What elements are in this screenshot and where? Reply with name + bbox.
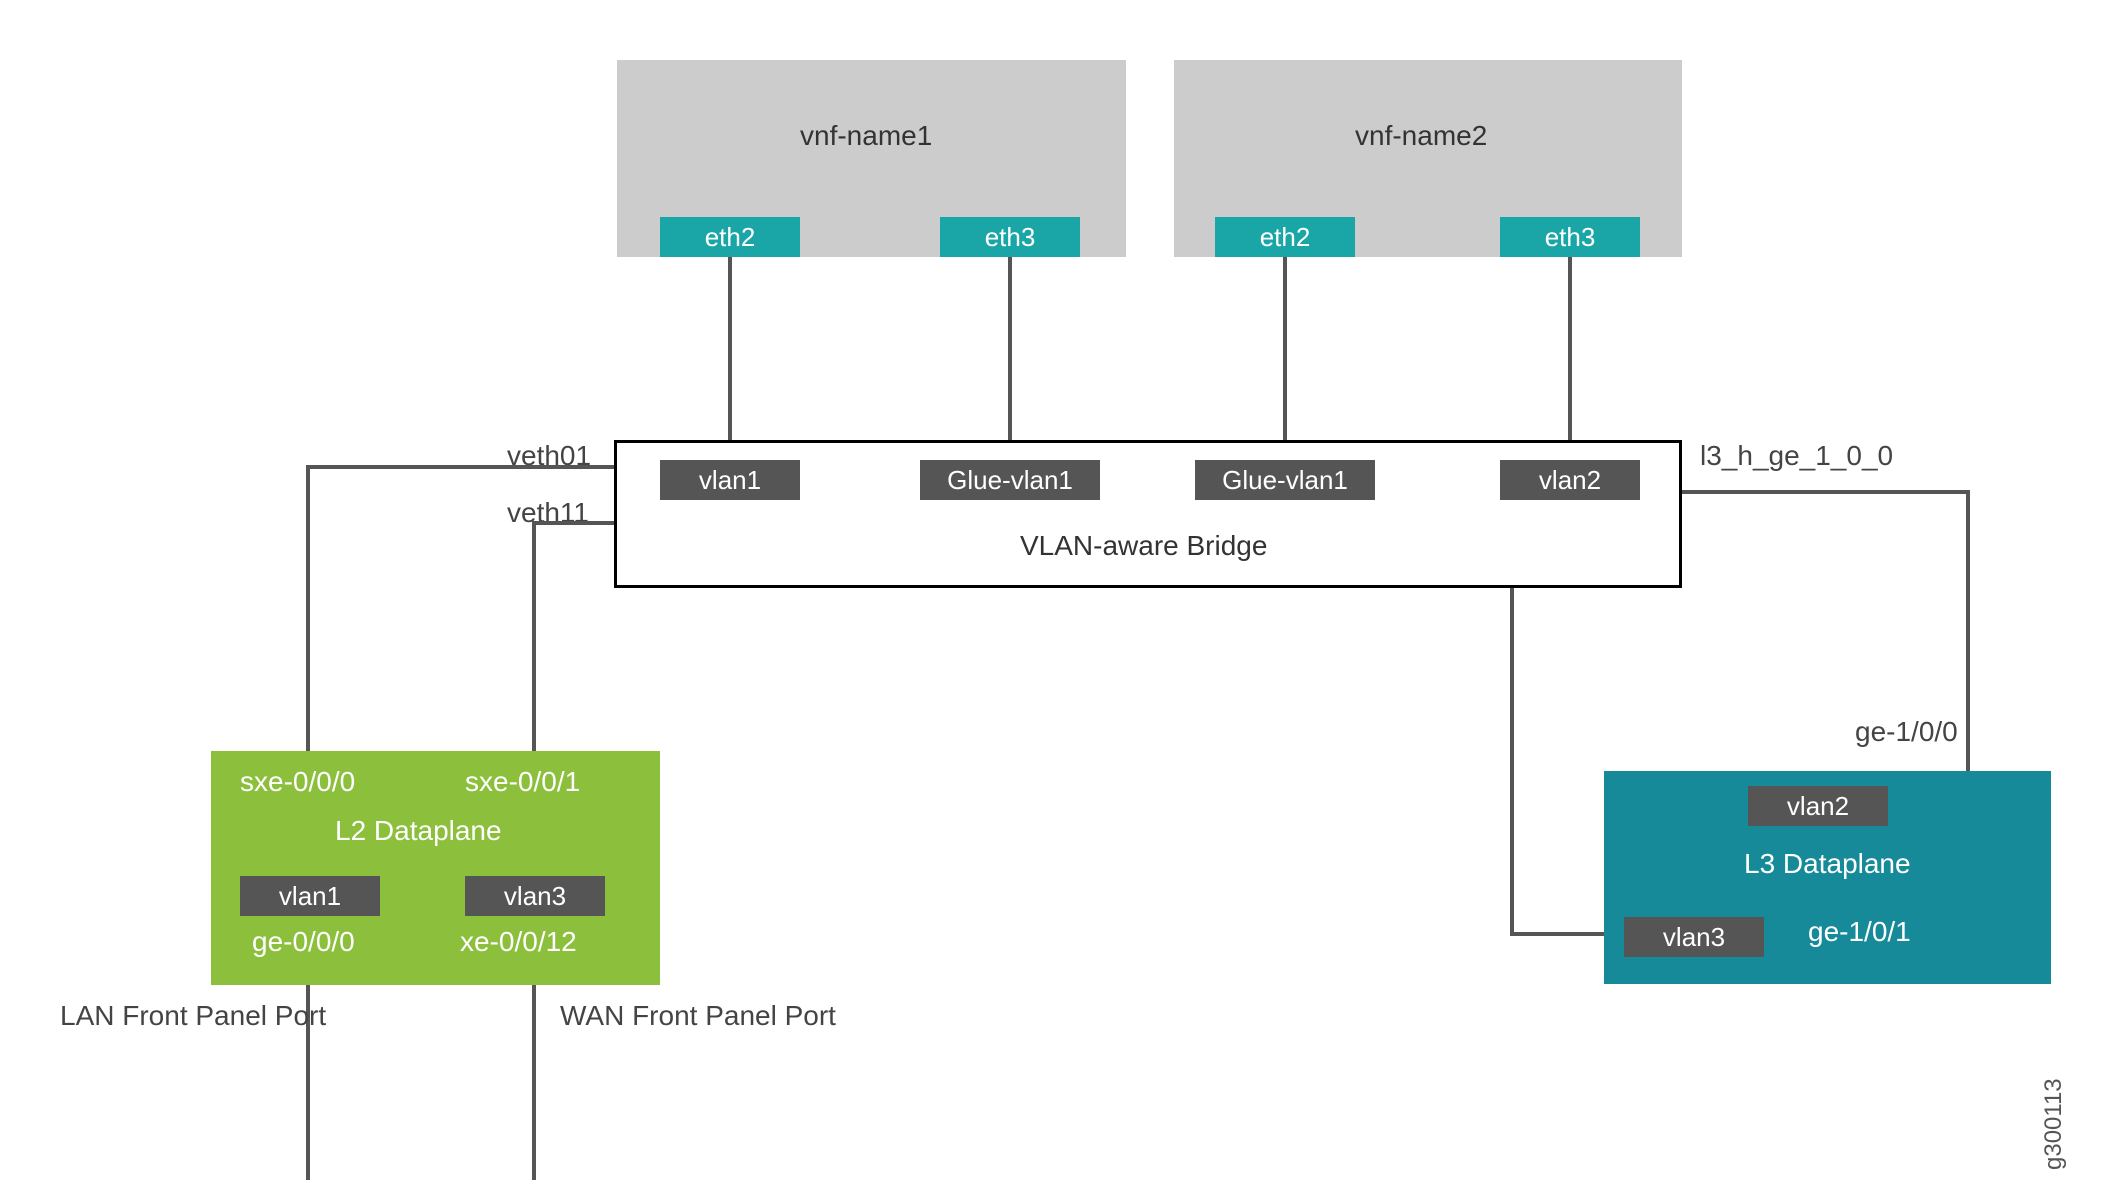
line-l3h-h <box>1682 490 1970 494</box>
vnf2-eth3: eth3 <box>1500 217 1640 257</box>
line-vnf1-eth3 <box>1008 257 1012 440</box>
label-lan: LAN Front Panel Port <box>60 1000 326 1032</box>
line-veth01-v <box>306 465 310 751</box>
line-l3h-v <box>1966 490 1970 771</box>
line-vnf2-eth3 <box>1568 257 1572 440</box>
footnote: g300113 <box>2040 1078 2068 1170</box>
line-veth11-v <box>532 521 536 751</box>
l2-vlan3: vlan3 <box>465 876 605 916</box>
line-vnf1-eth2 <box>728 257 732 440</box>
l2-sxe0: sxe-0/0/0 <box>240 766 355 798</box>
line-veth01-h <box>306 465 614 469</box>
bridge-title: VLAN-aware Bridge <box>1020 530 1267 562</box>
l3-vlan2: vlan2 <box>1748 786 1888 826</box>
line-bridge-l3-h <box>1510 932 1604 936</box>
bridge-port-gluevlan1-a: Glue-vlan1 <box>920 460 1100 500</box>
vnf1-eth3: eth3 <box>940 217 1080 257</box>
label-wan: WAN Front Panel Port <box>560 1000 836 1032</box>
l2-vlan1: vlan1 <box>240 876 380 916</box>
vnf1-eth2: eth2 <box>660 217 800 257</box>
l2-title: L2 Dataplane <box>335 815 502 847</box>
l3-ge101: ge-1/0/1 <box>1808 916 1911 948</box>
l2-xe0012: xe-0/0/12 <box>460 926 577 958</box>
line-veth11-h <box>532 521 614 525</box>
vnf2-title: vnf-name2 <box>1355 120 1487 152</box>
line-wan-down <box>532 985 536 1180</box>
line-bridge-l3-v <box>1510 588 1514 936</box>
bridge-port-vlan2: vlan2 <box>1500 460 1640 500</box>
bridge-port-vlan1: vlan1 <box>660 460 800 500</box>
line-vnf2-eth2 <box>1283 257 1287 440</box>
vnf1-title: vnf-name1 <box>800 120 932 152</box>
label-l3h: l3_h_ge_1_0_0 <box>1700 440 1893 472</box>
l3-title: L3 Dataplane <box>1744 848 1911 880</box>
l3-vlan3: vlan3 <box>1624 917 1764 957</box>
l2-ge000: ge-0/0/0 <box>252 926 355 958</box>
label-ge100: ge-1/0/0 <box>1855 716 1958 748</box>
l2-sxe1: sxe-0/0/1 <box>465 766 580 798</box>
vnf2-eth2: eth2 <box>1215 217 1355 257</box>
bridge-port-gluevlan1-b: Glue-vlan1 <box>1195 460 1375 500</box>
